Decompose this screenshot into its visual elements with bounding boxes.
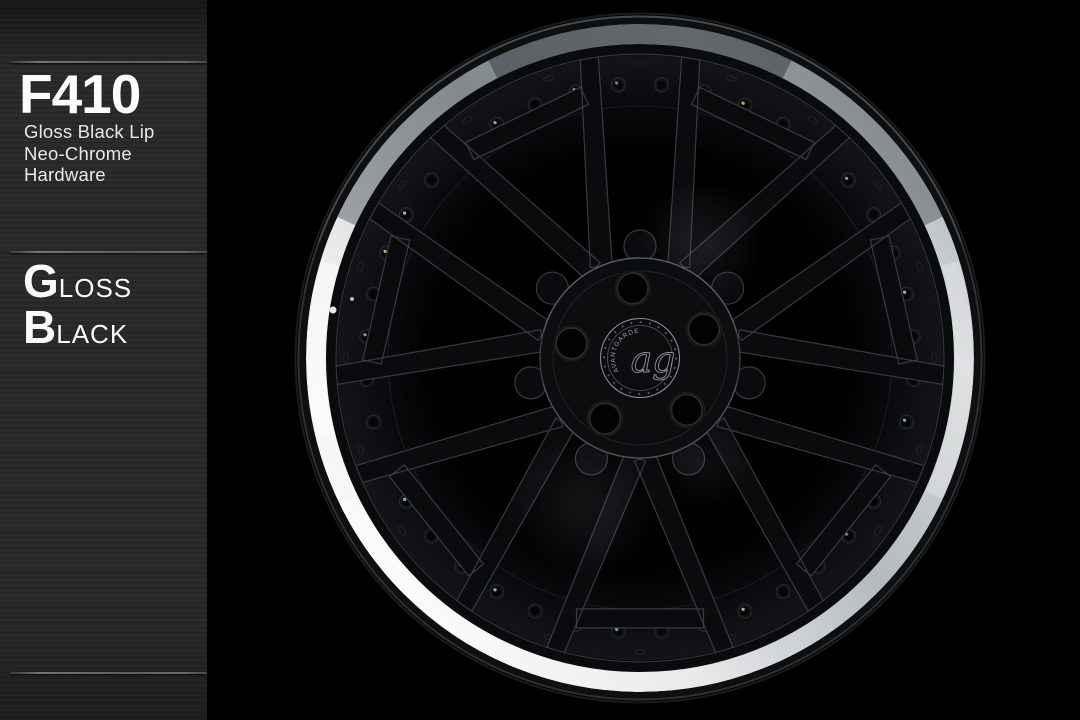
finish-rest-loss: LOSS [59,273,132,303]
spec-line-hardware: Neo-Chrome Hardware [24,143,207,186]
product-image-stage: AVANTGARDE ag F410 Gloss Black Lip Neo-C… [0,0,1080,720]
finish-rest-lack: LACK [56,319,128,349]
finish-word-black: BLACK [23,304,132,350]
finish-name-block: GLOSS BLACK [23,258,132,350]
finish-initial-b: B [23,301,56,353]
product-spec-lines: Gloss Black Lip Neo-Chrome Hardware [24,121,207,186]
product-model-title: F410 [19,67,140,122]
divider-middle [10,251,207,253]
center-cap-ag-logo: ag [631,340,676,381]
divider-bottom [10,672,207,674]
info-panel: F410 Gloss Black Lip Neo-Chrome Hardware… [0,0,207,720]
spec-line-lip: Gloss Black Lip [24,121,207,143]
finish-word-gloss: GLOSS [23,258,132,304]
finish-initial-g: G [23,255,59,307]
